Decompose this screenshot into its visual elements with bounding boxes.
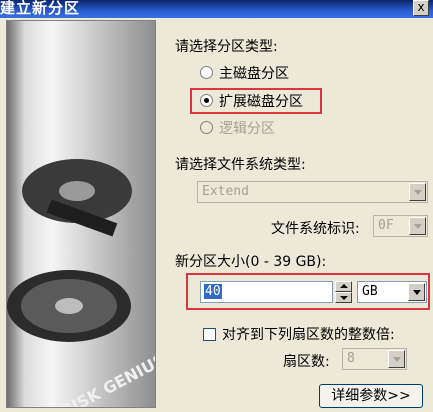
filesystem-id-label: 文件系统标识: xyxy=(271,221,360,237)
close-button[interactable]: x xyxy=(413,0,429,16)
partition-size-stepper[interactable] xyxy=(335,281,352,303)
stepper-down-icon[interactable] xyxy=(335,292,352,303)
size-unit-select[interactable]: GB xyxy=(357,281,427,303)
stepper-up-icon[interactable] xyxy=(335,281,352,292)
sectors-label: 扇区数: xyxy=(283,354,330,370)
filesystem-value: Extend xyxy=(202,184,249,199)
disk-genius-image: DISK GENIUS xyxy=(6,20,156,408)
partition-type-label: 请选择分区类型: xyxy=(175,39,278,55)
partition-size-label: 新分区大小(0 - 39 GB): xyxy=(175,254,327,270)
chevron-down-icon xyxy=(409,217,426,235)
chevron-down-icon xyxy=(408,283,425,301)
partition-size-input[interactable]: 40 xyxy=(200,281,333,303)
partition-size-value: 40 xyxy=(204,284,222,299)
filesystem-label: 请选择文件系统类型: xyxy=(175,157,306,173)
title-bar: 建立新分区 x xyxy=(0,0,433,18)
filesystem-select[interactable]: Extend xyxy=(197,181,428,203)
logical-partition-label: 逻辑分区 xyxy=(219,121,275,137)
svg-text:DISK GENIUS: DISK GENIUS xyxy=(57,350,156,408)
details-button[interactable]: 详细参数>> xyxy=(319,384,423,408)
sectors-value: 8 xyxy=(347,351,355,366)
hard-disk-icon: DISK GENIUS xyxy=(7,159,156,408)
filesystem-id-value: 0F xyxy=(378,218,394,233)
primary-partition-radio[interactable] xyxy=(200,66,213,79)
chevron-down-icon xyxy=(388,350,405,368)
sectors-select[interactable]: 8 xyxy=(342,348,407,370)
size-unit-value: GB xyxy=(362,284,378,299)
chevron-down-icon xyxy=(409,183,426,201)
primary-partition-label: 主磁盘分区 xyxy=(219,66,289,82)
logical-partition-radio[interactable] xyxy=(200,121,213,134)
extended-partition-label: 扩展磁盘分区 xyxy=(219,94,303,110)
filesystem-id-select[interactable]: 0F xyxy=(373,215,428,237)
align-checkbox[interactable] xyxy=(203,328,216,341)
extended-partition-radio[interactable] xyxy=(200,94,213,107)
window-title: 建立新分区 xyxy=(0,0,81,17)
align-label: 对齐到下列扇区数的整数倍: xyxy=(222,327,395,343)
close-icon: x xyxy=(417,0,425,14)
